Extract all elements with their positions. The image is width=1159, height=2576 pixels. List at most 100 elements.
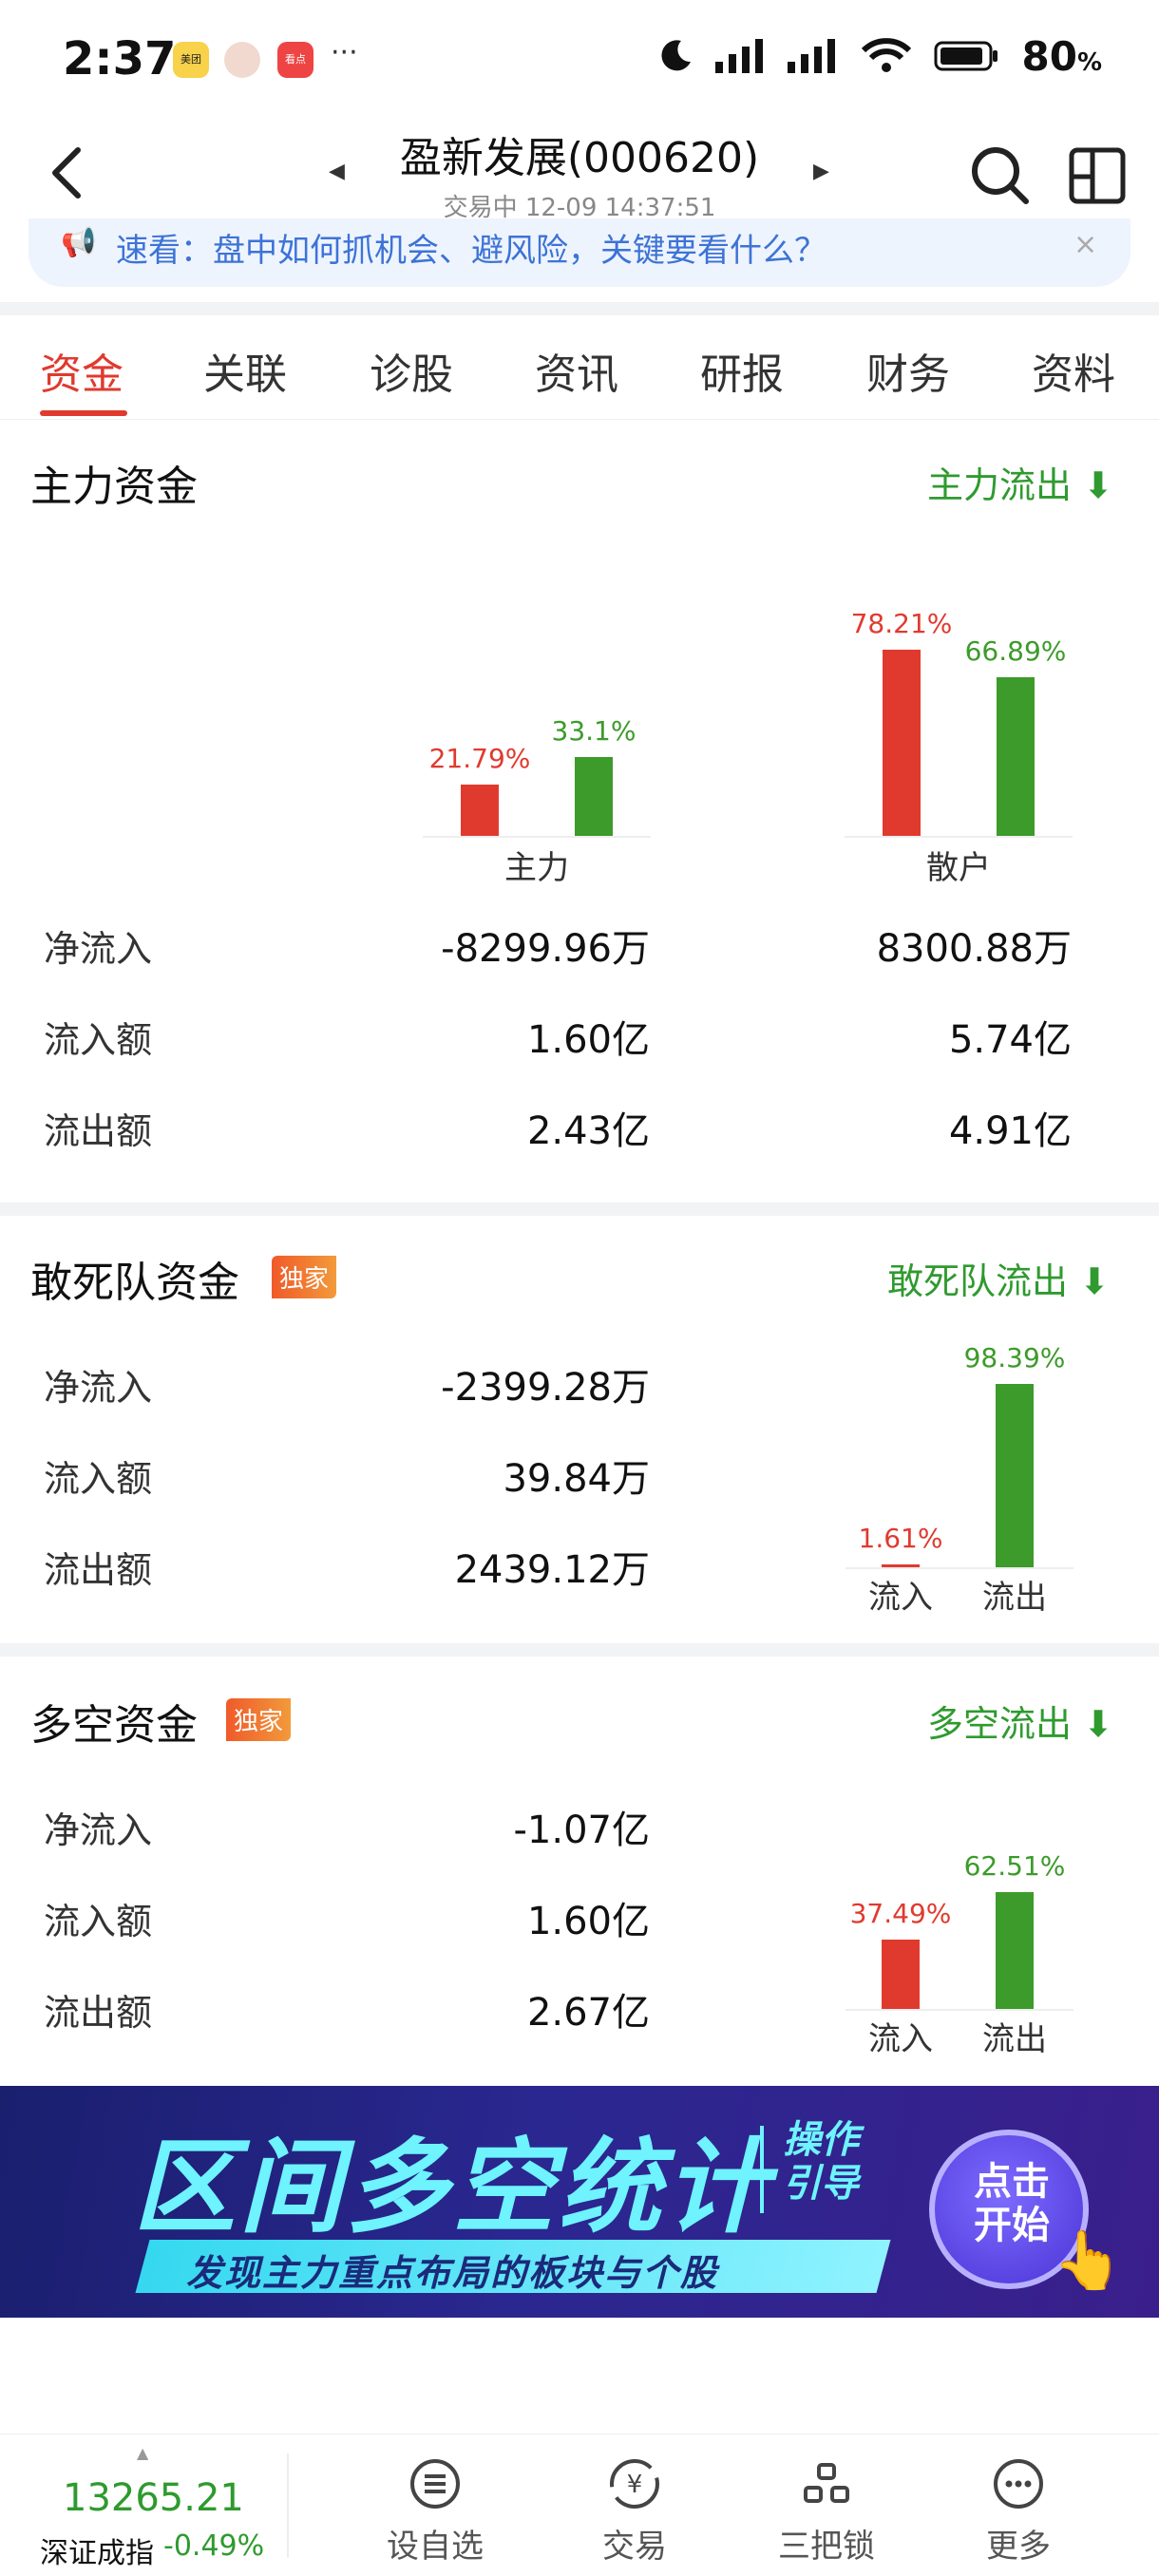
tab-diagnosis[interactable]: 诊股 <box>370 340 453 401</box>
exclusive-badge: 独家 <box>226 1698 292 1741</box>
close-icon[interactable]: × <box>1074 228 1097 261</box>
trade-label: 交易 <box>602 2528 667 2566</box>
main-funds-link-label: 主力流出 <box>927 464 1073 506</box>
long-short-funds-title: 多空资金 <box>30 1701 198 1750</box>
divider <box>0 1643 1159 1657</box>
signal-icon-2 <box>788 39 836 73</box>
long-short-inflow-amount: 1.60亿 <box>526 1900 650 1943</box>
chart-category-label: 流出 <box>982 2020 1047 2058</box>
back-icon[interactable] <box>40 142 97 203</box>
three-locks-button[interactable]: 三把锁 <box>760 2457 893 2567</box>
main-funds-outflow-link[interactable]: 主力流出 ⬇ <box>927 456 1113 508</box>
moon-icon <box>661 40 692 71</box>
long-short-outflow-link[interactable]: 多空流出 ⬇ <box>927 1695 1113 1747</box>
tab-finance[interactable]: 财务 <box>866 340 950 401</box>
next-stock-arrow-icon[interactable]: ▶ <box>813 160 829 183</box>
row-label: 流入额 <box>44 1019 153 1061</box>
promo-title: 区间多空统计 <box>133 2129 772 2247</box>
dare-inflow-amount: 39.84万 <box>503 1457 650 1501</box>
locks-icon <box>804 2463 849 2503</box>
tab-bar: 资金 关联 诊股 资讯 研报 财务 资料 <box>0 319 1159 420</box>
row-label: 流出额 <box>44 1110 153 1152</box>
row-label: 净流入 <box>44 1367 153 1409</box>
megaphone-icon: 📢 <box>61 226 97 259</box>
avatar-notification-icon <box>224 42 260 78</box>
kandian-notification-icon: 看点 <box>277 42 314 78</box>
add-watchlist-button[interactable]: 设自选 <box>369 2457 502 2567</box>
chart-data-label: 66.89% <box>964 635 1067 667</box>
retail-inflow-amount: 5.74亿 <box>948 1018 1072 1062</box>
dare-funds-outflow-link[interactable]: 敢死队流出 ⬇ <box>887 1252 1110 1304</box>
tab-news[interactable]: 资讯 <box>535 340 618 401</box>
promo-button-label: 点击开始 <box>974 2160 1050 2247</box>
retail-net-inflow: 8300.88万 <box>876 927 1072 971</box>
chart-category-label: 流出 <box>982 1579 1047 1617</box>
chart-bar <box>996 1384 1034 1567</box>
long-short-outflow-amount: 2.67亿 <box>526 1991 650 2035</box>
layout-switch-icon[interactable] <box>1064 142 1130 209</box>
chart-bar <box>882 1563 920 1567</box>
more-button[interactable]: 更多 <box>952 2457 1085 2567</box>
chart-data-label: 37.49% <box>849 1897 952 1929</box>
chart-category-label: 散户 <box>926 849 991 887</box>
tab-funds[interactable]: 资金 <box>40 340 124 401</box>
divider <box>0 302 1159 315</box>
tab-related[interactable]: 关联 <box>203 340 287 401</box>
chart-bar <box>883 650 921 836</box>
row-label: 流入额 <box>44 1901 153 1942</box>
chart-baseline <box>846 1567 1074 1569</box>
status-bar: 2:37 美团 看点 ··· 80% <box>0 0 1159 114</box>
list-circle-icon <box>410 2459 460 2509</box>
chart-data-label: 33.1% <box>551 715 636 748</box>
yen-exchange-icon: ¥ <box>610 2459 659 2509</box>
promo-separator <box>760 2126 764 2213</box>
status-icons: 80% <box>656 32 1102 80</box>
tab-research[interactable]: 研报 <box>700 340 784 401</box>
chart-baseline <box>845 836 1073 838</box>
search-icon[interactable] <box>967 142 1034 209</box>
index-value[interactable]: 13265.21 <box>63 2476 244 2520</box>
chart-baseline <box>846 2009 1074 2011</box>
meituan-notification-icon: 美团 <box>173 42 209 78</box>
chart-category-label: 流入 <box>868 2020 933 2058</box>
stock-title: 盈新发展(000620) <box>399 134 760 182</box>
battery-level: 80% <box>1021 32 1102 80</box>
more-notifications-icon: ··· <box>331 36 358 69</box>
active-tab-indicator <box>40 410 127 416</box>
main-funds-title: 主力资金 <box>30 463 198 511</box>
main-inflow-amount: 1.60亿 <box>526 1018 650 1062</box>
svg-text:¥: ¥ <box>627 2471 643 2499</box>
battery-icon <box>934 41 998 71</box>
chart-bar <box>882 1939 920 2009</box>
chart-data-label: 98.39% <box>963 1342 1066 1374</box>
chart-category-label: 流入 <box>868 1579 933 1617</box>
row-label: 流出额 <box>44 1992 153 2034</box>
arrow-down-icon: ⬇ <box>1083 1703 1113 1745</box>
expand-caret-icon[interactable]: ▲ <box>137 2444 148 2462</box>
promo-banner[interactable]: 区间多空统计 操作引导 发现主力重点布局的板块与个股 点击开始 👆 <box>0 2086 1159 2318</box>
chart-baseline <box>423 836 651 838</box>
notice-text: 速看：盘中如何抓机会、避风险，关键要看什么？ <box>116 232 826 270</box>
dare-funds-chart: 1.61% 流入 98.39% 流出 <box>817 1330 1121 1617</box>
main-net-inflow: -8299.96万 <box>441 927 650 971</box>
retail-outflow-amount: 4.91亿 <box>948 1109 1072 1153</box>
long-short-link-label: 多空流出 <box>927 1703 1073 1745</box>
index-name: 深证成指 <box>40 2537 154 2570</box>
index-change: -0.49% <box>163 2529 265 2563</box>
long-short-funds-chart: 37.49% 流入 62.51% 流出 <box>817 1824 1121 2061</box>
chart-data-label: 78.21% <box>850 608 953 640</box>
trade-button[interactable]: ¥ 交易 <box>568 2457 701 2567</box>
dare-net-inflow: -2399.28万 <box>441 1366 650 1410</box>
chart-bar <box>997 676 1035 836</box>
wifi-icon <box>862 38 912 72</box>
promo-tag: 操作引导 <box>783 2118 859 2206</box>
notice-banner[interactable]: 📢 速看：盘中如何抓机会、避风险，关键要看什么？ × <box>28 218 1130 287</box>
chart-data-label: 62.51% <box>963 1850 1066 1883</box>
chart-bar <box>575 757 613 836</box>
long-short-net-inflow: -1.07亿 <box>513 1809 651 1852</box>
promo-subtitle: 发现主力重点布局的板块与个股 <box>186 2252 719 2294</box>
tab-profile[interactable]: 资料 <box>1032 340 1115 401</box>
bottom-bar: ▲ 13265.21 深证成指 -0.49% 设自选 ¥ 交易 三把锁 更多 <box>0 2434 1159 2576</box>
chart-data-label: 21.79% <box>428 742 531 774</box>
dare-funds-link-label: 敢死队流出 <box>887 1260 1069 1302</box>
